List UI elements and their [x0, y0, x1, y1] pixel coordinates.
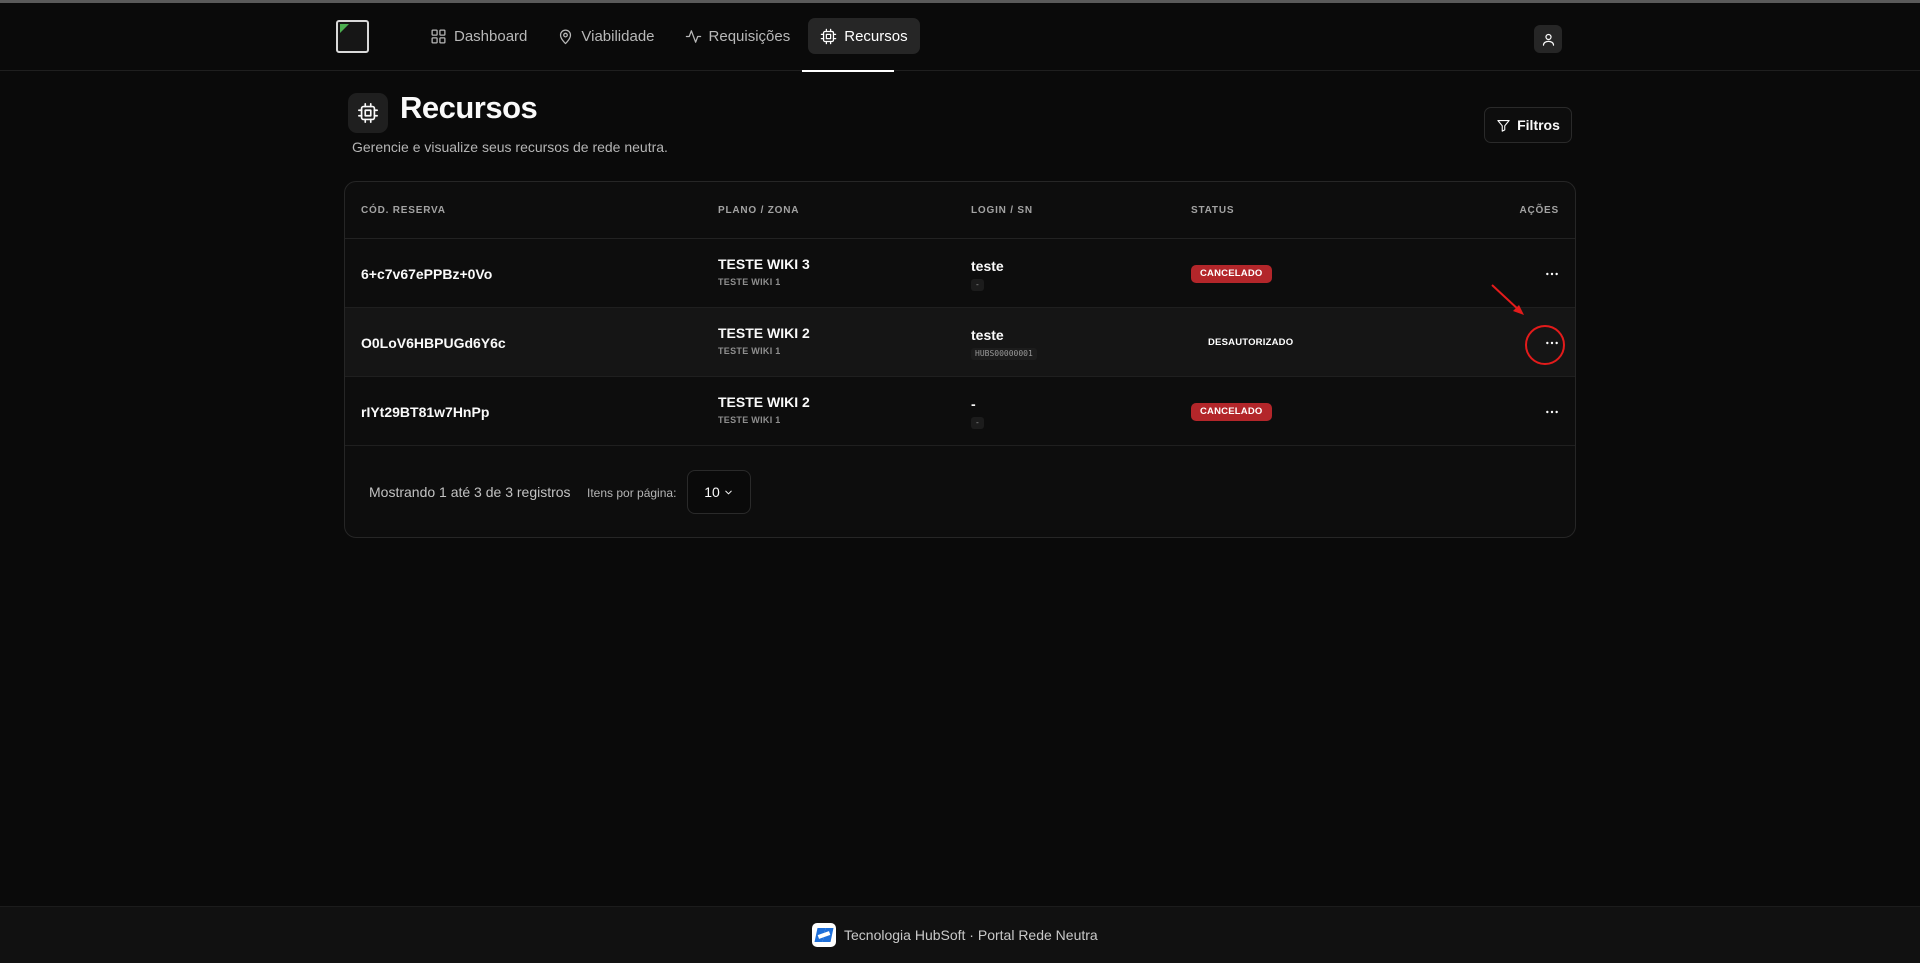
- login-value: -: [971, 396, 976, 412]
- zone-name: TESTE WIKI 1: [718, 346, 781, 356]
- filters-button-label: Filtros: [1517, 117, 1560, 133]
- footer-text: Tecnologia HubSoft · Portal Rede Neutra: [844, 927, 1098, 943]
- serial-number: -: [971, 417, 984, 429]
- column-header-code: CÓD. RESERVA: [361, 205, 446, 216]
- page-title: Recursos: [400, 90, 538, 125]
- status-badge: CANCELADO: [1191, 403, 1272, 421]
- zone-name: TESTE WIKI 1: [718, 415, 781, 425]
- user-menu-button[interactable]: [1534, 25, 1562, 53]
- login-value: teste: [971, 327, 1004, 343]
- row-actions-button[interactable]: [1537, 328, 1567, 358]
- page-subtitle: Gerencie e visualize seus recursos de re…: [352, 139, 668, 155]
- chevron-down-icon: [725, 490, 732, 495]
- page-footer: Tecnologia HubSoft · Portal Rede Neutra: [0, 906, 1920, 963]
- nav-item-dashboard[interactable]: Dashboard: [418, 18, 539, 54]
- per-page-select[interactable]: 10: [687, 470, 751, 514]
- per-page-label: Itens por página:: [587, 486, 677, 500]
- per-page-value: 10: [704, 484, 720, 500]
- table-row[interactable]: 6+c7v67ePPBz+0Vo TESTE WIKI 3 TESTE WIKI…: [345, 239, 1575, 308]
- page-title-icon: [348, 93, 388, 133]
- more-horizontal-icon: [1546, 410, 1558, 414]
- serial-number: -: [971, 279, 984, 291]
- user-icon: [1542, 33, 1554, 46]
- map-pin-icon: [560, 29, 572, 44]
- active-tab-underline: [802, 70, 894, 72]
- nav-item-viabilidade[interactable]: Viabilidade: [545, 18, 666, 54]
- records-count: Mostrando 1 até 3 de 3 registros: [369, 484, 571, 500]
- main-nav: Dashboard Viabilidade Requisições Recurs…: [418, 18, 920, 54]
- zone-name: TESTE WIKI 1: [718, 277, 781, 287]
- grid-icon: [431, 28, 446, 44]
- status-badge: CANCELADO: [1191, 265, 1272, 283]
- plan-name: TESTE WIKI 3: [718, 256, 810, 272]
- login-value: teste: [971, 258, 1004, 274]
- cpu-icon: [358, 103, 378, 123]
- table-row[interactable]: O0LoV6HBPUGd6Y6c TESTE WIKI 2 TESTE WIKI…: [345, 308, 1575, 377]
- column-header-status: STATUS: [1191, 205, 1235, 216]
- activity-icon: [685, 29, 701, 43]
- top-header: Dashboard Viabilidade Requisições Recurs…: [0, 3, 1920, 72]
- plan-name: TESTE WIKI 2: [718, 325, 810, 341]
- nav-item-recursos[interactable]: Recursos: [808, 18, 920, 54]
- table-pagination: Mostrando 1 até 3 de 3 registros Itens p…: [345, 446, 1575, 537]
- brand-logo[interactable]: [336, 20, 369, 53]
- plan-name: TESTE WIKI 2: [718, 394, 810, 410]
- resources-table: CÓD. RESERVA PLANO / ZONA LOGIN / SN STA…: [344, 181, 1576, 538]
- nav-label: Dashboard: [454, 27, 528, 45]
- nav-label: Requisições: [708, 27, 791, 45]
- column-header-login: LOGIN / SN: [971, 205, 1033, 216]
- row-actions-button[interactable]: [1537, 397, 1567, 427]
- table-row[interactable]: rIYt29BT81w7HnPp TESTE WIKI 2 TESTE WIKI…: [345, 377, 1575, 446]
- hubsoft-logo: [812, 923, 836, 947]
- more-horizontal-icon: [1546, 272, 1558, 276]
- table-header: CÓD. RESERVA PLANO / ZONA LOGIN / SN STA…: [345, 182, 1575, 239]
- more-horizontal-icon: [1546, 341, 1558, 345]
- serial-number: HUBS00000001: [971, 348, 1037, 360]
- cpu-icon: [821, 28, 837, 44]
- reservation-code: rIYt29BT81w7HnPp: [361, 404, 490, 420]
- status-badge: DESAUTORIZADO: [1208, 337, 1294, 348]
- nav-item-requisicoes[interactable]: Requisições: [673, 18, 803, 54]
- filter-icon: [1497, 119, 1510, 132]
- filters-button[interactable]: Filtros: [1484, 107, 1572, 143]
- nav-label: Recursos: [844, 27, 908, 45]
- column-header-actions: AÇÕES: [1519, 205, 1559, 216]
- column-header-plan: PLANO / ZONA: [718, 205, 800, 216]
- reservation-code: 6+c7v67ePPBz+0Vo: [361, 266, 493, 282]
- nav-label: Viabilidade: [581, 27, 655, 45]
- reservation-code: O0LoV6HBPUGd6Y6c: [361, 335, 506, 351]
- row-actions-button[interactable]: [1537, 259, 1567, 289]
